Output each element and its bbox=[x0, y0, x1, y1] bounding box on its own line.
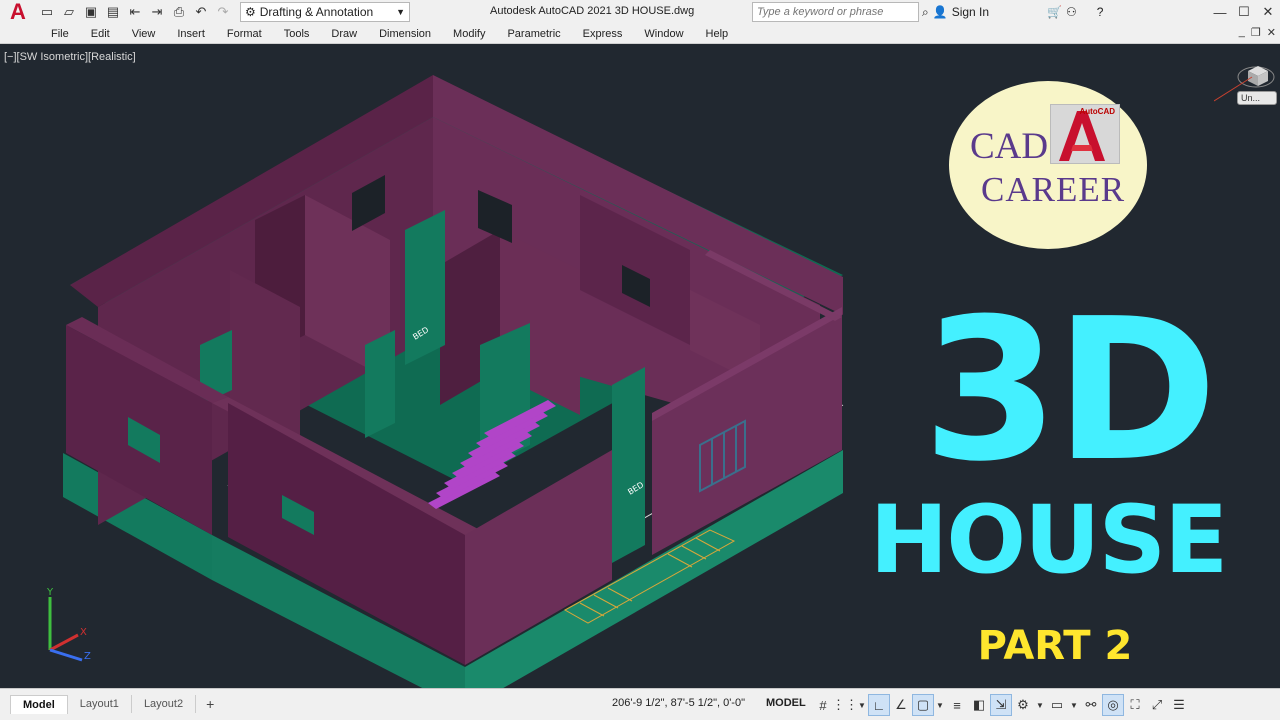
sign-in-link[interactable]: Sign In bbox=[952, 5, 989, 19]
customize-menu-icon[interactable]: ☰ bbox=[1168, 694, 1190, 716]
coordinate-readout[interactable]: 206'-9 1/2", 87'-5 1/2", 0'-0" bbox=[612, 697, 745, 709]
print-icon[interactable]: ⎙ bbox=[169, 2, 189, 22]
maximize-icon[interactable]: ☐ bbox=[1232, 0, 1256, 24]
clean-screen-icon[interactable]: ⛶ bbox=[1124, 694, 1146, 716]
doc-restore-icon[interactable]: ❐ bbox=[1251, 26, 1261, 39]
doc-minimize-icon[interactable]: _ bbox=[1239, 26, 1245, 39]
selection-cycling-icon[interactable]: ⇲ bbox=[990, 694, 1012, 716]
tab-layout1[interactable]: Layout1 bbox=[68, 695, 132, 713]
workspace-switch-icon[interactable]: ▭ bbox=[1046, 694, 1068, 716]
annotation-dropdown-icon[interactable]: ▼ bbox=[1034, 694, 1046, 716]
headline-part: PART 2 bbox=[977, 623, 1133, 669]
menu-view[interactable]: View bbox=[121, 28, 167, 40]
polar-icon[interactable]: ∠ bbox=[890, 694, 912, 716]
ucs-axis-icon: Y X Z bbox=[46, 587, 91, 662]
search-input[interactable] bbox=[752, 2, 919, 22]
minimize-icon[interactable]: — bbox=[1208, 0, 1232, 24]
help-icon[interactable]: ? bbox=[1097, 5, 1104, 19]
menu-format[interactable]: Format bbox=[216, 28, 273, 40]
menu-window[interactable]: Window bbox=[633, 28, 694, 40]
fullscreen-icon[interactable]: ⤢ bbox=[1146, 694, 1168, 716]
autocad-logo: AutoCAD bbox=[1050, 104, 1120, 164]
menu-draw[interactable]: Draw bbox=[320, 28, 368, 40]
document-controls: _ ❐ ✕ bbox=[1239, 26, 1276, 39]
tab-model[interactable]: Model bbox=[10, 694, 68, 714]
brand-career-text: CAREER bbox=[981, 170, 1126, 209]
import-icon[interactable]: ⇤ bbox=[125, 2, 145, 22]
grid-icon[interactable]: # bbox=[812, 694, 834, 716]
titlebar-tools: ⌕ 👤 Sign In 🛒 ⚇ ? bbox=[922, 2, 1103, 22]
status-bar: Model Layout1 Layout2 + 206'-9 1/2", 87'… bbox=[0, 688, 1280, 720]
export-icon[interactable]: ⇥ bbox=[147, 2, 167, 22]
brand-cad-text: CAD bbox=[970, 126, 1049, 167]
window-controls: — ☐ ✕ bbox=[1208, 0, 1280, 24]
chevron-down-icon: ▼ bbox=[396, 7, 405, 17]
close-icon[interactable]: ✕ bbox=[1256, 0, 1280, 24]
menu-file[interactable]: File bbox=[40, 28, 80, 40]
user-icon[interactable]: 👤 bbox=[933, 5, 948, 19]
headline-house: HOUSE bbox=[869, 486, 1229, 595]
undo-icon[interactable]: ↶ bbox=[191, 2, 211, 22]
save-as-icon[interactable]: ▤ bbox=[103, 2, 123, 22]
viewcube[interactable] bbox=[1214, 53, 1278, 123]
menu-dimension[interactable]: Dimension bbox=[368, 28, 442, 40]
people-icon[interactable]: ⚇ bbox=[1066, 5, 1077, 19]
menu-edit[interactable]: Edit bbox=[80, 28, 121, 40]
menu-modify[interactable]: Modify bbox=[442, 28, 496, 40]
annotation-scale-icon[interactable]: ⚙ bbox=[1012, 694, 1034, 716]
transparency-icon[interactable]: ◧ bbox=[968, 694, 990, 716]
menu-insert[interactable]: Insert bbox=[166, 28, 216, 40]
redo-icon[interactable]: ↷ bbox=[213, 2, 233, 22]
ucs-menu[interactable]: Un... bbox=[1237, 91, 1277, 105]
door-opening-1 bbox=[405, 210, 445, 365]
menu-help[interactable]: Help bbox=[695, 28, 740, 40]
menu-parametric[interactable]: Parametric bbox=[496, 28, 571, 40]
osnap-dropdown-icon[interactable]: ▼ bbox=[934, 694, 946, 716]
add-layout-button[interactable]: + bbox=[196, 696, 224, 712]
search-icon[interactable]: ⌕ bbox=[922, 5, 929, 20]
application-menu-button[interactable]: A bbox=[0, 0, 36, 24]
viewport-controls-label[interactable]: [−][SW Isometric][Realistic] bbox=[4, 51, 136, 63]
title-bar: A ▭ ▱ ▣ ▤ ⇤ ⇥ ⎙ ↶ ↷ ⚙ Drafting & Annotat… bbox=[0, 0, 1280, 24]
autocad-logo-text: AutoCAD bbox=[1079, 107, 1115, 116]
gear-icon: ⚙ bbox=[245, 5, 256, 19]
workspace-label: Drafting & Annotation bbox=[259, 5, 374, 19]
doc-close-icon[interactable]: ✕ bbox=[1267, 26, 1276, 39]
drawing-viewport[interactable]: BED BED [−][SW Isometric][Realistic] Un.… bbox=[0, 45, 1280, 688]
axis-z-label: Z bbox=[84, 651, 91, 662]
ortho-icon[interactable]: ∟ bbox=[868, 694, 890, 716]
tab-layout2[interactable]: Layout2 bbox=[132, 695, 197, 713]
window-title: Autodesk AutoCAD 2021 3D HOUSE.dwg bbox=[490, 5, 695, 17]
layout-tabs: Model Layout1 Layout2 + bbox=[10, 693, 224, 715]
model-space-button[interactable]: MODEL bbox=[766, 697, 806, 709]
cart-icon[interactable]: 🛒 bbox=[1047, 5, 1062, 19]
new-icon[interactable]: ▭ bbox=[37, 2, 57, 22]
isolate-icon[interactable]: ⚯ bbox=[1080, 694, 1102, 716]
menu-bar: File Edit View Insert Format Tools Draw … bbox=[0, 24, 1280, 44]
headline-3d: 3D bbox=[922, 277, 1217, 505]
snap-dropdown-icon[interactable]: ▼ bbox=[856, 694, 868, 716]
lineweight-icon[interactable]: ≡ bbox=[946, 694, 968, 716]
door-opening-4 bbox=[612, 367, 645, 563]
workspace-dropdown-icon[interactable]: ▼ bbox=[1068, 694, 1080, 716]
axis-x-label: X bbox=[80, 627, 87, 638]
menu-express[interactable]: Express bbox=[572, 28, 634, 40]
snap-icon[interactable]: ⋮⋮ bbox=[832, 694, 858, 716]
open-icon[interactable]: ▱ bbox=[59, 2, 79, 22]
workspace-dropdown[interactable]: ⚙ Drafting & Annotation ▼ bbox=[240, 2, 410, 22]
status-toggles: # ⋮⋮ ▼ ∟ ∠ ▢ ▼ ≡ ◧ ⇲ ⚙ ▼ ▭ ▼ ⚯ ◎ ⛶ ⤢ ☰ bbox=[812, 693, 1190, 717]
axis-y-label: Y bbox=[46, 587, 54, 598]
osnap-icon[interactable]: ▢ bbox=[912, 694, 934, 716]
door-opening-2 bbox=[365, 330, 395, 438]
menu-tools[interactable]: Tools bbox=[273, 28, 321, 40]
save-icon[interactable]: ▣ bbox=[81, 2, 101, 22]
autocad-window: A ▭ ▱ ▣ ▤ ⇤ ⇥ ⎙ ↶ ↷ ⚙ Drafting & Annotat… bbox=[0, 0, 1280, 720]
hardware-acceleration-icon[interactable]: ◎ bbox=[1102, 694, 1124, 716]
